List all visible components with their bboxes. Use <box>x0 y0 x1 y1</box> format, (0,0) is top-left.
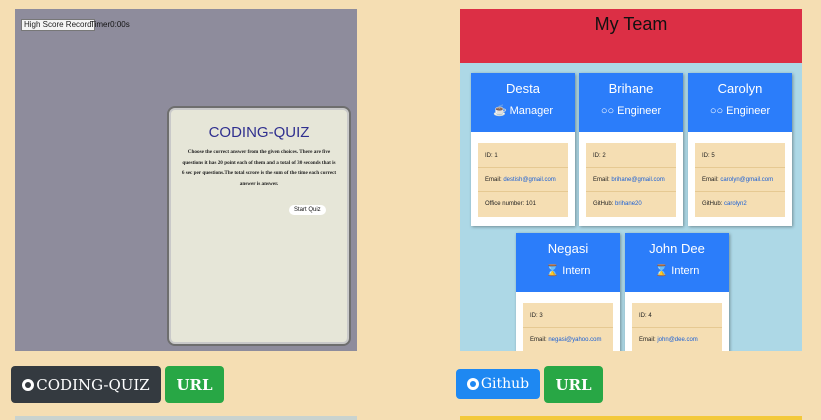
divider <box>695 167 785 168</box>
employee-card-carolyn: Carolyn ○○ Engineer ID: 5 Email: carolyn@… <box>688 73 792 226</box>
glasses-icon: ○○ <box>709 105 724 117</box>
employee-name: John Dee <box>649 241 705 256</box>
employee-id: ID: 5 <box>702 153 715 159</box>
divider <box>478 167 568 168</box>
divider <box>695 191 785 192</box>
divider <box>523 327 613 328</box>
divider <box>586 167 676 168</box>
employee-card-brihane: Brihane ○○ Engineer ID: 2 Email: brihane@… <box>579 73 683 226</box>
coding-quiz-repo-label: CODING-QUIZ <box>36 375 150 394</box>
team-title: My Team <box>594 14 668 34</box>
coffee-icon: ☕ <box>492 105 507 117</box>
employee-github-link: carolyn2 <box>724 201 747 207</box>
employee-details: ID: 4 Email: john@dee.com <box>632 303 722 351</box>
employee-name: Negasi <box>547 241 589 256</box>
team-header: My Team <box>460 9 802 63</box>
github-icon <box>22 378 35 391</box>
employee-name: Brihane <box>608 81 654 96</box>
employee-details: ID: 5 Email: carolyn@gmail.com GitHub: c… <box>695 143 785 217</box>
start-quiz-button: Start Quiz <box>289 205 326 215</box>
employee-name: Carolyn <box>717 81 763 96</box>
employee-details: ID: 3 Email: negasi@yahoo.com <box>523 303 613 351</box>
employee-email-line: Email: john@dee.com <box>639 337 698 343</box>
graduate-icon: ⌛ <box>654 265 669 277</box>
employee-email-line: Email: destish@gmail.com <box>485 177 556 183</box>
my-team-url-button[interactable]: URL <box>544 366 603 403</box>
coding-quiz-repo-button[interactable]: CODING-QUIZ <box>11 366 161 403</box>
employee-email-link: destish@gmail.com <box>503 177 556 183</box>
quiz-card: CODING-QUIZ Choose the correct answer fr… <box>167 106 351 346</box>
employee-details: ID: 1 Email: destish@gmail.com Office nu… <box>478 143 568 217</box>
employee-card-negasi: Negasi ⌛ Intern ID: 3 Email: negasi@yahoo… <box>516 233 620 351</box>
employee-role: Engineer <box>726 105 771 117</box>
employee-office-line: Office number: 101 <box>485 201 536 207</box>
employee-card-john-dee: John Dee ⌛ Intern ID: 4 Email: john@dee.c… <box>625 233 729 351</box>
timer-text: Timer0:00s <box>90 20 130 29</box>
employee-card-desta: Desta ☕ Manager ID: 1 Email: destish@gmai… <box>471 73 575 226</box>
next-project-card-left <box>15 416 357 420</box>
employee-role: Engineer <box>617 105 662 117</box>
employee-id: ID: 1 <box>485 153 498 159</box>
employee-name: Desta <box>506 81 540 96</box>
divider <box>478 191 568 192</box>
my-team-github-label: Github <box>480 376 530 392</box>
employee-id: ID: 4 <box>639 313 652 319</box>
employee-github-line: GitHub: carolyn2 <box>702 201 747 207</box>
next-project-card-right <box>460 416 802 420</box>
employee-github-link: brihane20 <box>615 201 642 207</box>
employee-details: ID: 2 Email: brihane@gmail.com GitHub: b… <box>586 143 676 217</box>
employee-id: ID: 2 <box>593 153 606 159</box>
employee-email-line: Email: brihane@gmail.com <box>593 177 665 183</box>
employee-email-line: Email: carolyn@gmail.com <box>702 177 774 183</box>
coding-quiz-url-button[interactable]: URL <box>165 366 224 403</box>
employee-id: ID: 3 <box>530 313 543 319</box>
coding-quiz-screenshot: High Score Record Timer0:00s CODING-QUIZ… <box>15 9 357 351</box>
employee-email-link: brihane@gmail.com <box>611 177 665 183</box>
employee-role: Manager <box>509 105 554 117</box>
high-score-button: High Score Record <box>21 19 95 31</box>
my-team-github-button[interactable]: Github <box>456 369 540 399</box>
quiz-title: CODING-QUIZ <box>208 124 310 141</box>
employee-role: Intern <box>671 265 700 277</box>
divider <box>586 191 676 192</box>
my-team-screenshot: My Team Desta ☕ Manager ID: 1 Email: dest… <box>460 9 802 351</box>
employee-role: Intern <box>562 265 591 277</box>
employee-email-link: john@dee.com <box>657 337 698 343</box>
employee-email-line: Email: negasi@yahoo.com <box>530 337 602 343</box>
glasses-icon: ○○ <box>600 105 615 117</box>
employee-email-link: carolyn@gmail.com <box>720 177 774 183</box>
github-icon <box>466 378 479 390</box>
quiz-description: Choose the correct answer from the given… <box>181 149 337 187</box>
employee-email-link: negasi@yahoo.com <box>548 337 602 343</box>
divider <box>632 327 722 328</box>
employee-github-line: GitHub: brihane20 <box>593 201 642 207</box>
graduate-icon: ⌛ <box>545 265 560 277</box>
